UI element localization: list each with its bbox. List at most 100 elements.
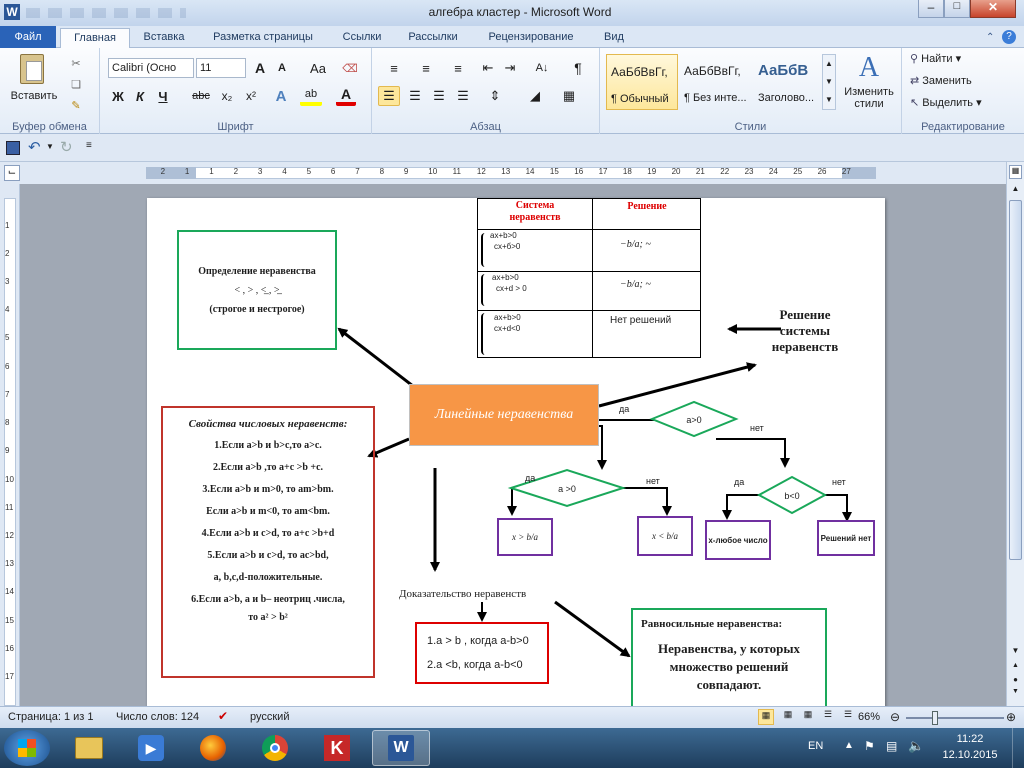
- shrink-font-button[interactable]: A: [272, 58, 292, 78]
- multilevel-list-icon[interactable]: ≡: [444, 58, 472, 78]
- zoom-slider-thumb[interactable]: [932, 711, 938, 725]
- taskbar-firefox[interactable]: [184, 730, 242, 766]
- tab-review[interactable]: Рецензирование: [476, 28, 586, 48]
- format-painter-icon[interactable]: ✎: [66, 96, 86, 114]
- tab-view[interactable]: Вид: [594, 28, 634, 48]
- scroll-down-icon[interactable]: ▼: [1009, 646, 1022, 660]
- subscript-button[interactable]: x₂: [216, 86, 238, 106]
- status-words[interactable]: Число слов: 124: [116, 711, 199, 723]
- tab-mailings[interactable]: Рассылки: [398, 28, 468, 48]
- horizontal-ruler[interactable]: ⌙ 2 1 1 2 3 4 5 6 7 8 9 10 11 12 13 14 15 16 17 18 19 20 21 22 2…: [0, 162, 1024, 184]
- undo-icon[interactable]: ↶: [28, 138, 41, 156]
- italic-button[interactable]: К: [130, 86, 150, 106]
- tab-references[interactable]: Ссылки: [332, 28, 392, 48]
- tab-file[interactable]: Файл: [0, 26, 56, 48]
- line-spacing-icon[interactable]: ⇕: [482, 86, 508, 106]
- strikethrough-button[interactable]: abc: [188, 86, 214, 106]
- sort-icon[interactable]: A↓: [532, 58, 552, 78]
- status-language[interactable]: русский: [250, 711, 289, 723]
- clock-date[interactable]: 12.10.2015: [940, 749, 1000, 761]
- customize-qat-icon[interactable]: ≡: [86, 140, 92, 151]
- font-size-select[interactable]: 11: [196, 58, 246, 78]
- paste-button[interactable]: Вставить: [8, 52, 57, 112]
- start-button[interactable]: [4, 730, 50, 766]
- bullets-icon[interactable]: ≡: [380, 58, 408, 78]
- increase-indent-icon[interactable]: ⇥: [500, 58, 520, 78]
- taskbar-media[interactable]: ▶: [122, 730, 180, 766]
- view-outline-icon[interactable]: ☰: [820, 709, 836, 725]
- close-button[interactable]: ✕: [970, 0, 1016, 18]
- taskbar-chrome[interactable]: [246, 730, 304, 766]
- change-case-button[interactable]: Aa: [304, 58, 332, 78]
- underline-button[interactable]: Ч: [152, 86, 174, 106]
- style-heading[interactable]: АаБбВ Заголово...: [754, 54, 820, 110]
- align-left-icon[interactable]: ☰: [378, 86, 400, 106]
- taskbar-explorer[interactable]: [60, 730, 118, 766]
- tray-volume-icon[interactable]: 🔈: [908, 738, 924, 754]
- ribbon-minimize-icon[interactable]: ⌃: [986, 32, 994, 43]
- tab-selector[interactable]: ⌙: [4, 165, 20, 181]
- spellcheck-icon[interactable]: ✔: [218, 709, 228, 723]
- status-page[interactable]: Страница: 1 из 1: [8, 711, 94, 723]
- tray-network-icon[interactable]: ▤: [886, 739, 897, 753]
- document-page[interactable]: Система неравенств Решение ax+b>0 cx+б>0…: [147, 198, 885, 706]
- clock-time[interactable]: 11:22: [950, 733, 990, 745]
- borders-icon[interactable]: ▦: [556, 86, 582, 106]
- document-area[interactable]: Система неравенств Решение ax+b>0 cx+б>0…: [20, 184, 1006, 706]
- tray-arrow-icon[interactable]: ▲: [844, 740, 854, 751]
- tab-page-layout[interactable]: Разметка страницы: [200, 28, 326, 48]
- tab-insert[interactable]: Вставка: [134, 28, 194, 48]
- tab-home[interactable]: Главная: [60, 28, 130, 48]
- replace-button[interactable]: ⇄ Заменить: [910, 74, 1010, 92]
- zoom-out-button[interactable]: ⊖: [890, 710, 900, 724]
- scroll-thumb[interactable]: [1009, 200, 1022, 560]
- align-right-icon[interactable]: ☰: [428, 86, 450, 106]
- scroll-up-icon[interactable]: ▲: [1009, 184, 1022, 198]
- taskbar-kaspersky[interactable]: K: [308, 730, 366, 766]
- justify-icon[interactable]: ☰: [452, 86, 474, 106]
- help-icon[interactable]: ?: [1002, 30, 1016, 44]
- zoom-slider-track[interactable]: [906, 717, 1004, 719]
- prev-page-icon[interactable]: ▲: [1009, 662, 1022, 674]
- next-page-icon[interactable]: ▼: [1009, 688, 1022, 700]
- cut-icon[interactable]: ✂: [66, 54, 86, 72]
- tray-flag-icon[interactable]: ⚑: [864, 739, 875, 753]
- taskbar-word[interactable]: W: [372, 730, 430, 766]
- decrease-indent-icon[interactable]: ⇤: [478, 58, 498, 78]
- copy-icon[interactable]: ❏: [66, 75, 86, 93]
- style-normal[interactable]: АаБбВвГг, ¶ Обычный: [606, 54, 678, 110]
- vertical-ruler[interactable]: 1 2 3 4 5 6 7 8 9 10 11 12 13 14 15 16 17: [0, 184, 20, 706]
- undo-dropdown-icon[interactable]: ▼: [46, 142, 54, 151]
- styles-scroll[interactable]: ▲ ▼ ▼: [822, 54, 836, 110]
- browse-object-icon[interactable]: ●: [1009, 675, 1022, 687]
- text-effects-icon[interactable]: A: [270, 86, 292, 106]
- ruler-toggle-icon[interactable]: ▦: [1009, 165, 1022, 179]
- view-print-layout-icon[interactable]: ▦: [758, 709, 774, 725]
- change-styles-button[interactable]: A Изменить стили: [840, 52, 898, 114]
- maximize-button[interactable]: □: [944, 0, 970, 18]
- zoom-level[interactable]: 66%: [858, 711, 880, 723]
- font-color-icon[interactable]: A: [336, 86, 356, 106]
- word-app-icon[interactable]: W: [4, 4, 20, 20]
- font-name-select[interactable]: Calibri (Осно: [108, 58, 194, 78]
- redo-icon[interactable]: ↻: [60, 138, 73, 156]
- clear-format-icon[interactable]: ⌫: [340, 58, 360, 78]
- style-no-spacing[interactable]: АаБбВвГг, ¶ Без инте...: [680, 54, 752, 110]
- save-icon[interactable]: [6, 141, 20, 155]
- view-fullscreen-icon[interactable]: ▦: [780, 709, 796, 725]
- show-desktop-button[interactable]: [1012, 728, 1024, 768]
- find-button[interactable]: ⚲ Найти ▾: [910, 52, 1010, 70]
- vertical-scrollbar[interactable]: ▦ ▲ ▼ ▲ ● ▼: [1006, 162, 1024, 706]
- superscript-button[interactable]: x²: [240, 86, 262, 106]
- view-web-icon[interactable]: ▦: [800, 709, 816, 725]
- align-center-icon[interactable]: ☰: [404, 86, 426, 106]
- numbering-icon[interactable]: ≡: [412, 58, 440, 78]
- minimize-button[interactable]: –: [918, 0, 944, 18]
- view-draft-icon[interactable]: ☰: [840, 709, 856, 725]
- zoom-in-button[interactable]: ⊕: [1006, 710, 1016, 724]
- taskbar-language[interactable]: EN: [808, 740, 823, 752]
- show-marks-icon[interactable]: ¶: [568, 58, 588, 78]
- grow-font-button[interactable]: A: [250, 58, 270, 78]
- select-button[interactable]: ↖ Выделить ▾: [910, 96, 1010, 114]
- bold-button[interactable]: Ж: [108, 86, 128, 106]
